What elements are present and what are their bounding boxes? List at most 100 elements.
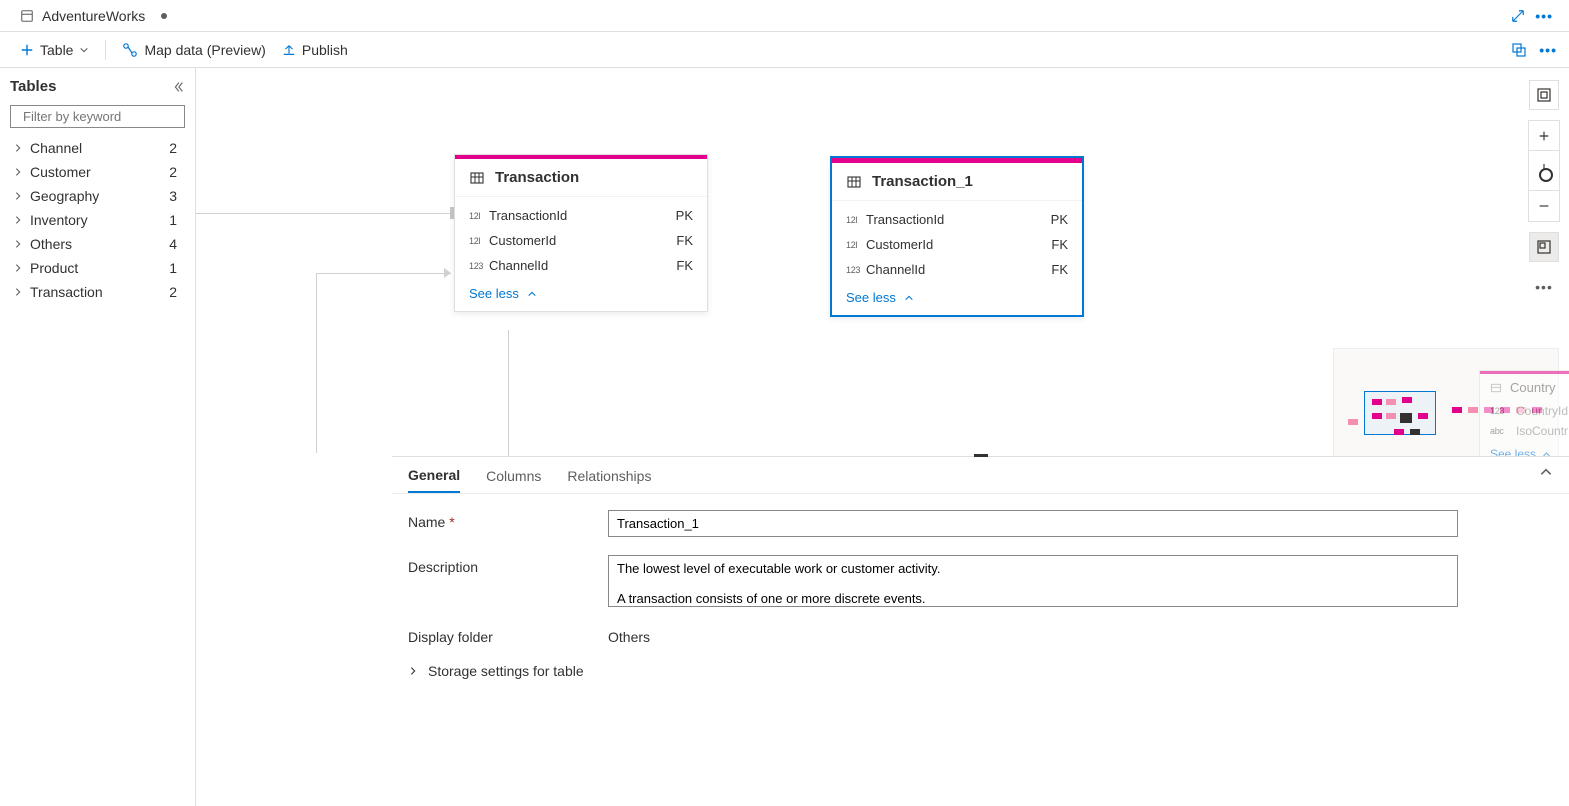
sidebar-item-label: Product [30,260,78,276]
tab-general[interactable]: General [408,467,460,493]
column-key: FK [1051,237,1068,252]
column-name: ChannelId [489,258,548,273]
column-row[interactable]: 12lCustomerId FK [846,232,1068,257]
collapse-panel-icon[interactable] [1539,465,1553,479]
sidebar-item-count: 3 [169,188,183,204]
sidebar-item-channel[interactable]: Channel 2 [10,136,185,160]
sidebar-item-count: 1 [169,260,183,276]
column-name: CustomerId [866,237,933,252]
table-card-transaction[interactable]: Transaction 12lTransactionIdPK12lCustome… [454,154,708,312]
column-key: FK [1051,262,1068,277]
column-key: PK [1051,212,1068,227]
name-label: Name [408,514,445,530]
sidebar-item-count: 2 [169,164,183,180]
collapse-sidebar-icon[interactable] [171,80,185,94]
chevron-right-icon [408,666,418,676]
sidebar-item-others[interactable]: Others 4 [10,232,185,256]
file-tab[interactable]: AdventureWorks [8,0,179,31]
filter-input[interactable] [23,109,199,124]
required-icon: * [449,514,454,530]
layout-icon[interactable] [1511,42,1527,58]
tab-relationships[interactable]: Relationships [567,468,651,492]
sidebar-item-count: 2 [169,140,183,156]
sidebar-item-label: Inventory [30,212,88,228]
column-row[interactable]: 12lTransactionIdPK [469,203,693,228]
sidebar-item-label: Channel [30,140,82,156]
chevron-up-icon [904,293,914,303]
storage-settings-label: Storage settings for table [428,663,584,679]
sidebar-item-label: Others [30,236,72,252]
arrowhead-icon [444,268,451,278]
sidebar-item-inventory[interactable]: Inventory1 [10,208,185,232]
see-less-label: See less [846,290,896,305]
sidebar-item-count: 4 [169,236,183,252]
column-row[interactable]: 123ChannelId FK [469,253,693,278]
filter-input-wrap[interactable] [10,105,185,128]
column-type-icon: 123 [469,261,489,271]
column-key: FK [676,258,693,273]
expand-icon[interactable] [1511,9,1525,23]
name-input[interactable] [608,510,1458,537]
chevron-right-icon [12,287,24,297]
edge [508,330,509,458]
map-data-icon [122,42,138,58]
column-row[interactable]: 12lTransactionIdPK [846,207,1068,232]
canvas-controls: ••• [1529,80,1559,302]
description-input[interactable] [608,555,1458,607]
column-type-icon: 12l [846,215,866,225]
column-row[interactable]: 12lCustomerIdFK [469,228,693,253]
sidebar-item-label: Customer [30,164,91,180]
sidebar-item-customer[interactable]: Customer 2 [10,160,185,184]
publish-icon [282,43,296,57]
rail-more-button[interactable]: ••• [1529,272,1559,302]
storage-settings-toggle[interactable]: Storage settings for table [408,663,1553,679]
chevron-right-icon [12,167,24,177]
tab-title: AdventureWorks [42,8,145,24]
details-panel: General Columns Relationships Name * Des… [392,456,1569,806]
plus-icon [20,43,34,57]
see-less-label: See less [469,286,519,301]
publish-label: Publish [302,42,348,58]
sidebar-item-label: Geography [30,188,99,204]
table-button[interactable]: Table [12,38,97,62]
map-data-label: Map data (Preview) [144,42,265,58]
see-less-button[interactable]: See less [832,282,1082,315]
edge [316,273,317,453]
sidebar-item-product[interactable]: Product 1 [10,256,185,280]
minimap-toggle-button[interactable] [1529,232,1559,262]
column-key: FK [676,233,693,248]
chevron-right-icon [12,263,24,273]
fit-to-screen-button[interactable] [1529,80,1559,110]
edge [196,213,454,214]
map-data-button[interactable]: Map data (Preview) [114,38,273,62]
table-icon [846,174,862,190]
ghost-title: Country [1510,380,1556,395]
publish-button[interactable]: Publish [274,38,356,62]
sidebar-item-transaction[interactable]: Transaction2 [10,280,185,304]
description-label: Description [408,555,608,575]
zoom-slider[interactable] [1529,151,1559,191]
table-icon [469,170,485,186]
zoom-out-button[interactable] [1529,191,1559,221]
column-type-icon: 12l [846,240,866,250]
display-folder-label: Display folder [408,625,608,645]
column-type-icon: 12l [469,236,489,246]
column-row[interactable]: 123ChannelIdFK [846,257,1068,282]
more-icon[interactable]: ••• [1535,8,1553,24]
card-title: Transaction_1 [872,173,973,190]
chevron-right-icon [12,143,24,153]
chevron-right-icon [12,239,24,249]
see-less-button[interactable]: See less [455,278,707,311]
more-icon[interactable]: ••• [1539,42,1557,58]
display-folder-value: Others [608,625,650,645]
ghost-card-country[interactable]: Country 123CountryId abcIsoCountr See le… [1479,370,1569,468]
table-card-transaction-1[interactable]: Transaction_1 12lTransactionIdPK12lCusto… [830,156,1084,317]
sidebar-title: Tables [10,78,56,95]
tab-columns[interactable]: Columns [486,468,541,492]
table-icon [1490,382,1502,394]
sidebar-item-label: Transaction [30,284,103,300]
table-button-label: Table [40,42,73,58]
sidebar-item-geography[interactable]: Geography 3 [10,184,185,208]
zoom-in-button[interactable] [1529,121,1559,151]
dirty-dot-icon [161,13,167,19]
